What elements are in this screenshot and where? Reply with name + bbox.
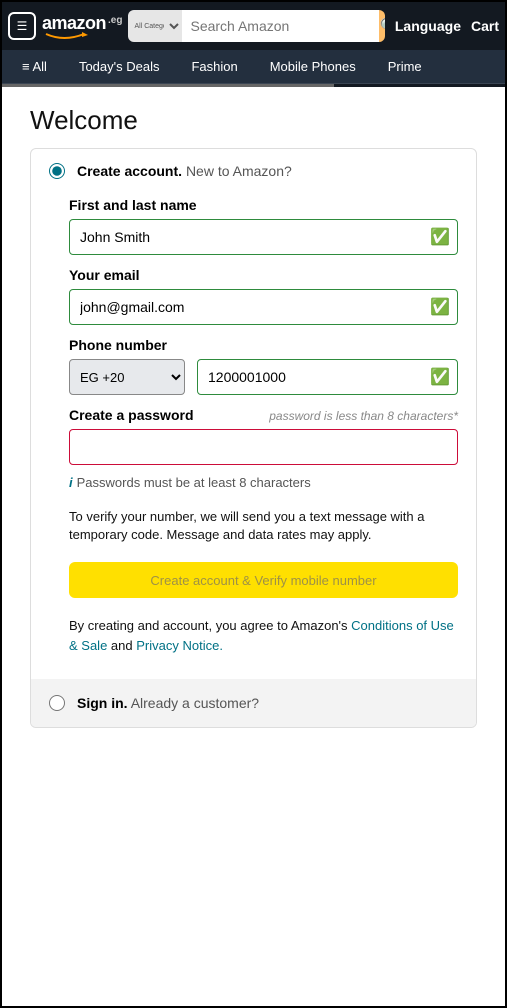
password-requirements: i Passwords must be at least 8 characters: [69, 475, 458, 490]
legal-mid: and: [107, 638, 136, 653]
hamburger-menu-button[interactable]: ☰: [8, 12, 36, 40]
category-nav: ≡ All Today's Deals Fashion Mobile Phone…: [2, 50, 505, 84]
name-label: First and last name: [69, 197, 458, 213]
language-link[interactable]: Language: [395, 18, 461, 34]
logo-tld: .eg: [108, 15, 122, 26]
verify-disclaimer: To verify your number, we will send you …: [69, 508, 458, 544]
privacy-link[interactable]: Privacy Notice.: [136, 638, 223, 653]
password-error-hint: password is less than 8 characters*: [269, 409, 458, 423]
email-input[interactable]: [69, 289, 458, 325]
phone-input[interactable]: [197, 359, 458, 395]
category-select[interactable]: All Categori: [128, 10, 182, 42]
logo-text: amazon: [42, 13, 106, 34]
legal-text: By creating and account, you agree to Am…: [69, 616, 458, 655]
nav-fashion[interactable]: Fashion: [175, 59, 253, 74]
create-account-button[interactable]: Create account & Verify mobile number: [69, 562, 458, 598]
password-input[interactable]: [69, 429, 458, 465]
signin-radio[interactable]: [49, 695, 65, 711]
auth-card: Create account. New to Amazon? First and…: [30, 148, 477, 728]
create-account-form: First and last name ✅ Your email ✅ Phone…: [49, 197, 458, 655]
search-input[interactable]: [182, 10, 379, 42]
amazon-logo[interactable]: amazon .eg: [42, 13, 122, 40]
nav-deals[interactable]: Today's Deals: [63, 59, 176, 74]
create-account-radio[interactable]: [49, 163, 65, 179]
password-label: Create a password: [69, 407, 194, 423]
info-icon: i: [69, 475, 73, 490]
legal-pre: By creating and account, you agree to Am…: [69, 618, 351, 633]
create-account-radio-row[interactable]: Create account. New to Amazon?: [49, 163, 458, 179]
password-requirements-text: Passwords must be at least 8 characters: [77, 475, 311, 490]
top-bar: ☰ amazon .eg All Categori 🔍 Language Car…: [2, 2, 505, 50]
email-label: Your email: [69, 267, 458, 283]
signin-section: Sign in. Already a customer?: [31, 679, 476, 727]
search-button[interactable]: 🔍: [379, 10, 384, 42]
create-account-heading: Create account.: [77, 163, 182, 179]
nav-all[interactable]: ≡ All: [6, 59, 63, 74]
country-code-select[interactable]: EG +20: [69, 359, 185, 395]
phone-label: Phone number: [69, 337, 458, 353]
page-title: Welcome: [30, 105, 477, 136]
search-bar: All Categori 🔍: [128, 10, 384, 42]
smile-icon: [44, 32, 90, 42]
name-input[interactable]: [69, 219, 458, 255]
signin-radio-row[interactable]: Sign in. Already a customer?: [49, 695, 458, 711]
signin-heading: Sign in.: [77, 695, 128, 711]
nav-mobile[interactable]: Mobile Phones: [254, 59, 372, 74]
main-content: Welcome Create account. New to Amazon? F…: [2, 87, 505, 746]
create-account-section: Create account. New to Amazon? First and…: [31, 149, 476, 679]
cart-link[interactable]: Cart: [471, 18, 499, 34]
create-account-subtext: New to Amazon?: [186, 163, 292, 179]
nav-prime[interactable]: Prime: [372, 59, 438, 74]
search-icon: 🔍: [379, 17, 384, 35]
hamburger-icon: ☰: [17, 20, 28, 32]
signin-subtext: Already a customer?: [131, 695, 259, 711]
